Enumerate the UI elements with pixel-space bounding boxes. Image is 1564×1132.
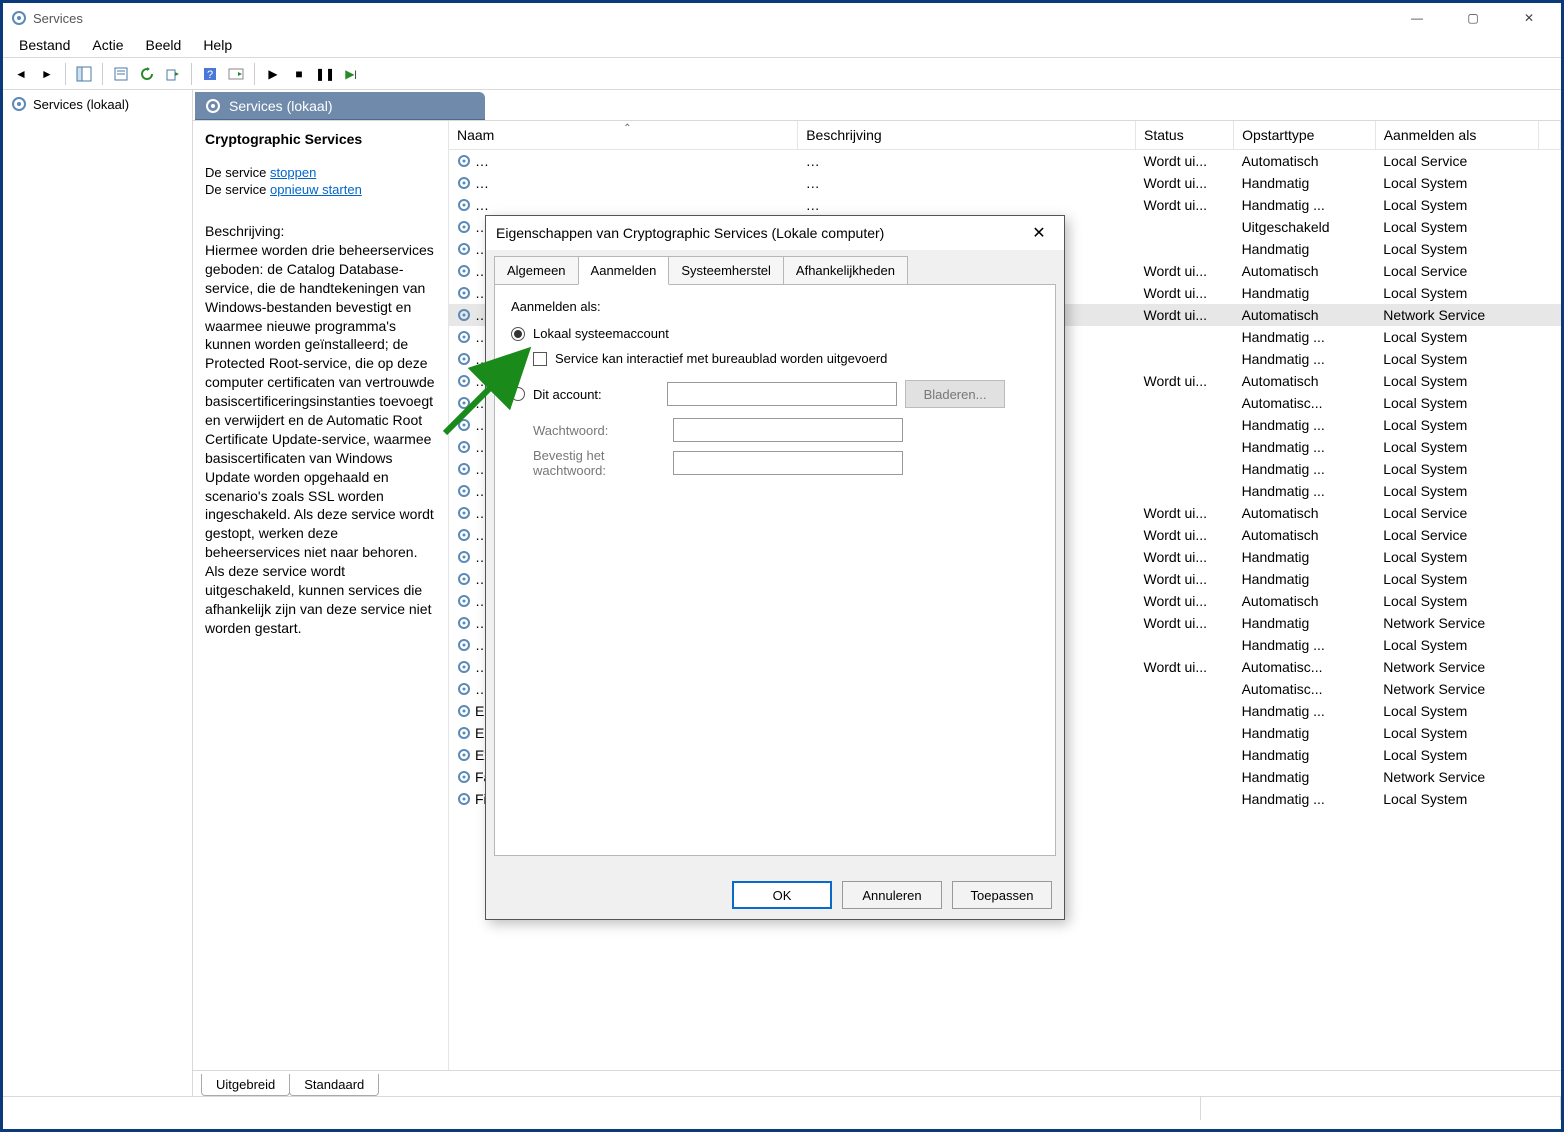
titlebar: Services — ▢ ✕ xyxy=(3,3,1561,33)
panel-header-label: Services (lokaal) xyxy=(229,98,332,114)
logon-section-label: Aanmelden als: xyxy=(511,299,1039,314)
menu-bestand[interactable]: Bestand xyxy=(9,33,80,57)
radio-this-account-label: Dit account: xyxy=(533,387,667,402)
maximize-button[interactable]: ▢ xyxy=(1453,4,1493,32)
radio-local-system-label: Lokaal systeemaccount xyxy=(533,326,669,341)
statusbar xyxy=(3,1096,1561,1120)
selected-service-name: Cryptographic Services xyxy=(205,131,436,147)
tab-standaard[interactable]: Standaard xyxy=(289,1074,379,1096)
gear-icon xyxy=(205,98,221,114)
menu-help[interactable]: Help xyxy=(193,33,242,57)
minimize-button[interactable]: — xyxy=(1397,4,1437,32)
services-app-icon xyxy=(11,10,27,26)
tab-algemeen[interactable]: Algemeen xyxy=(494,256,579,285)
cancel-button[interactable]: Annuleren xyxy=(842,881,942,909)
col-opstarttype[interactable]: Opstarttype xyxy=(1234,121,1376,150)
ok-button[interactable]: OK xyxy=(732,881,832,909)
tab-aanmelden[interactable]: Aanmelden xyxy=(578,256,670,285)
password-label: Wachtwoord: xyxy=(533,423,673,438)
restart-link[interactable]: opnieuw starten xyxy=(270,182,362,197)
col-naam[interactable]: Naam⌃ xyxy=(449,121,798,150)
back-button[interactable]: ◄ xyxy=(9,62,33,86)
gear-icon xyxy=(11,96,27,112)
service-row[interactable]: ……Wordt ui...HandmatigLocal System xyxy=(449,172,1561,194)
dialog-close-button[interactable]: ✕ xyxy=(1024,223,1054,243)
restart-service-line: De service opnieuw starten xyxy=(205,182,436,197)
radio-this-account[interactable] xyxy=(511,387,525,401)
description-body: Hiermee worden drie beheerservices gebod… xyxy=(205,241,436,638)
pause-service-button[interactable]: ❚❚ xyxy=(313,62,337,86)
browse-button[interactable]: Bladeren... xyxy=(905,380,1005,408)
col-beschrijving[interactable]: Beschrijving xyxy=(798,121,1136,150)
password-input[interactable] xyxy=(673,418,903,442)
tree-node-services[interactable]: Services (lokaal) xyxy=(7,94,188,114)
checkbox-interactive-label: Service kan interactief met bureaublad w… xyxy=(555,351,887,366)
bottom-tabs: Uitgebreid Standaard xyxy=(193,1070,1561,1096)
menu-beeld[interactable]: Beeld xyxy=(136,33,192,57)
col-spacer xyxy=(1539,121,1561,150)
panel-header: Services (lokaal) xyxy=(195,92,485,120)
properties-dialog: Eigenschappen van Cryptographic Services… xyxy=(485,215,1065,920)
tree-node-label: Services (lokaal) xyxy=(33,97,129,112)
tab-uitgebreid[interactable]: Uitgebreid xyxy=(201,1074,290,1096)
close-button[interactable]: ✕ xyxy=(1509,4,1549,32)
detail-pane: Cryptographic Services De service stoppe… xyxy=(193,121,449,1070)
service-row[interactable]: ……Wordt ui...Handmatig ...Local System xyxy=(449,194,1561,216)
stop-service-button[interactable]: ■ xyxy=(287,62,311,86)
apply-button[interactable]: Toepassen xyxy=(952,881,1052,909)
tree-pane: Services (lokaal) xyxy=(3,90,193,1096)
export-button[interactable] xyxy=(161,62,185,86)
dialog-title: Eigenschappen van Cryptographic Services… xyxy=(496,225,1024,241)
menubar: Bestand Actie Beeld Help xyxy=(3,33,1561,58)
menu-actie[interactable]: Actie xyxy=(82,33,133,57)
confirm-password-label: Bevestig het wachtwoord: xyxy=(533,448,673,478)
col-status[interactable]: Status xyxy=(1136,121,1234,150)
description-heading: Beschrijving: xyxy=(205,223,436,239)
stop-service-line: De service stoppen xyxy=(205,165,436,180)
toolbar: ◄ ► ? ▶ ■ ❚❚ ▶| xyxy=(3,58,1561,90)
dialog-tabs: Algemeen Aanmelden Systeemherstel Afhank… xyxy=(486,250,1064,285)
forward-button[interactable]: ► xyxy=(35,62,59,86)
radio-local-system[interactable] xyxy=(511,327,525,341)
show-hide-tree-button[interactable] xyxy=(72,62,96,86)
tab-systeemherstel[interactable]: Systeemherstel xyxy=(668,256,784,285)
help-button[interactable]: ? xyxy=(198,62,222,86)
checkbox-interactive[interactable] xyxy=(533,352,547,366)
refresh-button[interactable] xyxy=(135,62,159,86)
properties-button[interactable] xyxy=(109,62,133,86)
restart-service-button[interactable]: ▶| xyxy=(339,62,363,86)
account-name-input[interactable] xyxy=(667,382,897,406)
confirm-password-input[interactable] xyxy=(673,451,903,475)
toolbar-button[interactable] xyxy=(224,62,248,86)
svg-text:?: ? xyxy=(207,69,213,81)
window-title: Services xyxy=(33,11,1397,26)
tab-afhankelijkheden[interactable]: Afhankelijkheden xyxy=(783,256,908,285)
stop-link[interactable]: stoppen xyxy=(270,165,316,180)
service-row[interactable]: ……Wordt ui...AutomatischLocal Service xyxy=(449,150,1561,173)
col-aanmelden[interactable]: Aanmelden als xyxy=(1375,121,1538,150)
start-service-button[interactable]: ▶ xyxy=(261,62,285,86)
